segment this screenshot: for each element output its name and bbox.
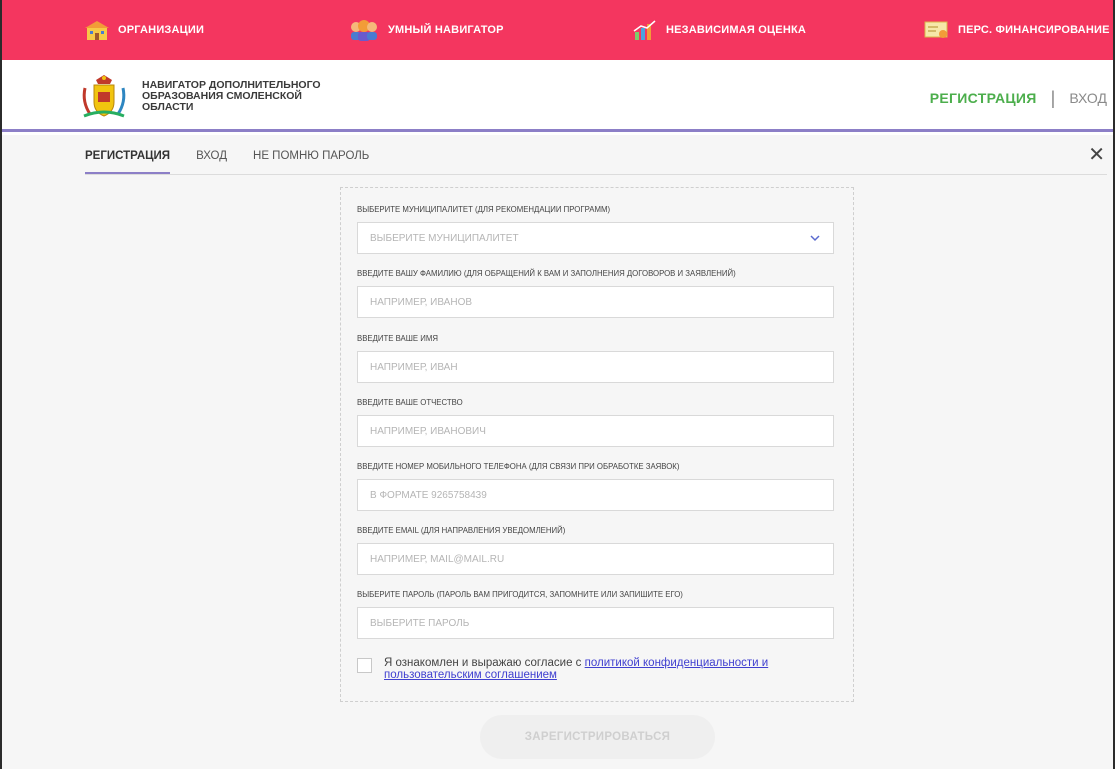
brand-line-3: ОБЛАСТИ xyxy=(142,101,194,113)
header-separator: | xyxy=(1050,88,1056,108)
school-building-icon xyxy=(85,21,109,40)
coat-of-arms-logo[interactable] xyxy=(80,74,128,120)
consent-row: Я ознакомлен и выражаю согласие с полити… xyxy=(357,657,834,681)
register-submit-button[interactable]: ЗАРЕГИСТРИРОВАТЬСЯ xyxy=(480,715,715,759)
registration-modal: РЕГИСТРАЦИЯ ВХОД НЕ ПОМНЮ ПАРОЛЬ ✕ ВЫБЕР… xyxy=(2,135,1113,769)
phone-label: ВВЕДИТЕ НОМЕР МОБИЛЬНОГО ТЕЛЕФОНА (ДЛЯ С… xyxy=(357,462,680,471)
registration-form: ВЫБЕРИТЕ МУНИЦИПАЛИТЕТ (ДЛЯ РЕКОМЕНДАЦИИ… xyxy=(340,187,854,702)
nav-smart-navigator-label: УМНЫЙ НАВИГАТОР xyxy=(388,24,504,36)
certificate-icon xyxy=(924,21,948,38)
nav-independent-assessment[interactable]: НЕЗАВИСИМАЯ ОЦЕНКА xyxy=(632,0,806,60)
municipality-value: ВЫБЕРИТЕ МУНИЦИПАЛИТЕТ xyxy=(370,232,519,244)
page-frame: ОРГАНИЗАЦИИ УМНЫЙ НАВИГАТОР НЕЗАВИСИМАЯ … xyxy=(0,0,1115,769)
consent-prefix: Я ознакомлен и выражаю согласие с xyxy=(384,657,585,669)
surname-input[interactable]: НАПРИМЕР, ИВАНОВ xyxy=(357,286,834,318)
nav-independent-assessment-label: НЕЗАВИСИМАЯ ОЦЕНКА xyxy=(666,24,807,36)
name-input[interactable]: НАПРИМЕР, ИВАН xyxy=(357,351,834,383)
password-input[interactable]: ВЫБЕРИТЕ ПАРОЛЬ xyxy=(357,607,834,639)
nav-personal-financing[interactable]: ПЕРС. ФИНАНСИРОВАНИЕ xyxy=(924,0,1110,60)
municipality-label: ВЫБЕРИТЕ МУНИЦИПАЛИТЕТ (ДЛЯ РЕКОМЕНДАЦИИ… xyxy=(357,205,611,214)
chevron-down-icon xyxy=(810,235,820,242)
auth-links: РЕГИСТРАЦИЯ | ВХОД xyxy=(930,88,1107,108)
nav-personal-financing-label: ПЕРС. ФИНАНСИРОВАНИЕ xyxy=(958,24,1110,36)
tab-login[interactable]: ВХОД xyxy=(196,150,227,174)
nav-organizations-label: ОРГАНИЗАЦИИ xyxy=(118,24,205,36)
patronymic-input[interactable]: НАПРИМЕР, ИВАНОВИЧ xyxy=(357,415,834,447)
municipality-select[interactable]: ВЫБЕРИТЕ МУНИЦИПАЛИТЕТ xyxy=(357,222,834,254)
tab-forgot-password[interactable]: НЕ ПОМНЮ ПАРОЛЬ xyxy=(253,150,369,174)
site-header: НАВИГАТОР ДОПОЛНИТЕЛЬНОГО ОБРАЗОВАНИЯ СМ… xyxy=(2,60,1113,132)
password-label: ВЫБЕРИТЕ ПАРОЛЬ (ПАРОЛЬ ВАМ ПРИГОДИТСЯ, … xyxy=(357,590,683,599)
email-label: ВВЕДИТЕ EMAIL (ДЛЯ НАПРАВЛЕНИЯ УВЕДОМЛЕН… xyxy=(357,526,566,535)
nav-smart-navigator[interactable]: УМНЫЙ НАВИГАТОР xyxy=(348,0,504,60)
consent-checkbox[interactable] xyxy=(357,658,372,673)
people-group-icon xyxy=(351,20,377,41)
header-login-link[interactable]: ВХОД xyxy=(1069,90,1107,106)
bar-chart-icon xyxy=(633,20,656,40)
auth-tabs: РЕГИСТРАЦИЯ ВХОД НЕ ПОМНЮ ПАРОЛЬ xyxy=(85,150,395,174)
patronymic-label: ВВЕДИТЕ ВАШЕ ОТЧЕСТВО xyxy=(357,398,463,407)
surname-label: ВВЕДИТЕ ВАШУ ФАМИЛИЮ (ДЛЯ ОБРАЩЕНИЙ К ВА… xyxy=(357,269,736,278)
header-register-link[interactable]: РЕГИСТРАЦИЯ xyxy=(930,90,1037,106)
close-icon[interactable]: ✕ xyxy=(1088,145,1105,165)
site-brand[interactable]: НАВИГАТОР ДОПОЛНИТЕЛЬНОГО ОБРАЗОВАНИЯ СМ… xyxy=(142,80,352,113)
nav-organizations[interactable]: ОРГАНИЗАЦИИ xyxy=(84,0,204,60)
tabs-divider xyxy=(85,174,1107,175)
phone-input[interactable]: В ФОРМАТЕ 9265758439 xyxy=(357,479,834,511)
email-input[interactable]: НАПРИМЕР, MAIL@MAIL.RU xyxy=(357,543,834,575)
top-navigation: ОРГАНИЗАЦИИ УМНЫЙ НАВИГАТОР НЕЗАВИСИМАЯ … xyxy=(2,0,1113,60)
tab-register[interactable]: РЕГИСТРАЦИЯ xyxy=(85,150,171,174)
consent-text: Я ознакомлен и выражаю согласие с полити… xyxy=(384,657,834,681)
name-label: ВВЕДИТЕ ВАШЕ ИМЯ xyxy=(357,334,438,343)
